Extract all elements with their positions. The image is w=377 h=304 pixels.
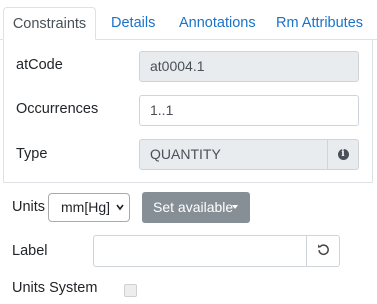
label-field-label: Label	[12, 243, 48, 259]
type-field: QUANTITY	[139, 139, 328, 170]
atcode-field: at0004.1	[139, 51, 359, 82]
section-divider	[3, 182, 373, 183]
chevron-down-icon	[116, 194, 124, 232]
set-available-label: Set available	[153, 199, 234, 215]
type-info-button[interactable]: i	[327, 139, 359, 170]
tab-details[interactable]: Details	[111, 7, 155, 39]
units-system-label: Units System	[12, 280, 98, 296]
set-available-button[interactable]: Set available	[142, 192, 250, 223]
tab-bar: Constraints Details Annotations Rm Attri…	[0, 0, 377, 40]
units-label: Units	[12, 199, 46, 215]
label-input[interactable]	[93, 235, 307, 267]
reset-icon	[317, 243, 330, 259]
label-reset-button[interactable]	[306, 235, 340, 267]
type-label: Type	[16, 146, 48, 162]
caret-down-icon	[232, 205, 238, 209]
occurrences-field[interactable]: 1..1	[139, 95, 359, 126]
tab-annotations[interactable]: Annotations	[179, 7, 256, 39]
units-system-checkbox[interactable]	[124, 284, 137, 297]
units-select-value: mm[Hg]	[61, 199, 110, 215]
tab-constraints[interactable]: Constraints	[3, 7, 96, 40]
occurrences-label: Occurrences	[16, 101, 99, 117]
units-select[interactable]: mm[Hg]	[48, 193, 130, 222]
atcode-label: atCode	[16, 57, 63, 73]
info-icon: i	[337, 149, 349, 160]
tab-rm-attributes[interactable]: Rm Attributes	[276, 7, 363, 39]
